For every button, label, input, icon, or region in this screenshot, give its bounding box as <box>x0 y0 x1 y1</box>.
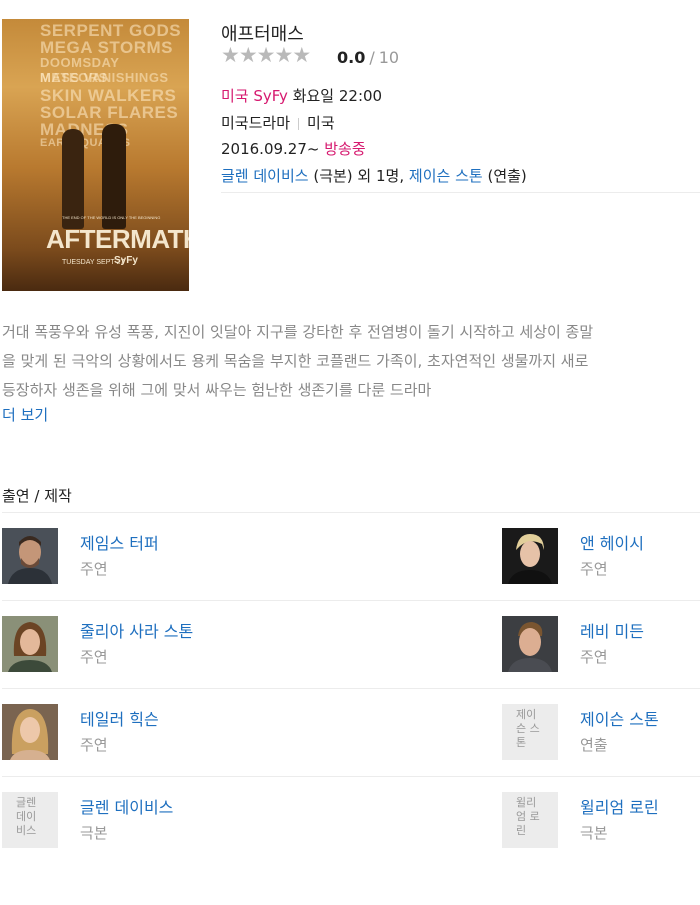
divider <box>2 688 700 689</box>
poster-figure <box>102 124 126 229</box>
cast-name-link[interactable]: 테일러 힉슨 <box>80 706 159 730</box>
rating-value: 0.0 <box>337 48 366 67</box>
start-date: 2016.09.27~ <box>221 140 320 158</box>
cast-section-title: 출연 / 제작 <box>2 487 72 505</box>
cast-photo[interactable] <box>502 616 558 672</box>
broadcast-channel-link[interactable]: 미국 SyFy <box>221 87 288 105</box>
star-icon[interactable]: ★ <box>239 44 258 66</box>
rating-stars[interactable]: ★ ★ ★ ★ ★ <box>221 44 311 66</box>
male-actor-photo <box>2 528 58 584</box>
cast-item[interactable]: 줄리아 사라 스톤 주연 <box>2 616 302 672</box>
cast-role: 연출 <box>580 736 608 754</box>
rating-separator: / <box>369 48 375 67</box>
cast-photo[interactable] <box>502 528 558 584</box>
cast-name-link[interactable]: 글렌 데이비스 <box>80 794 173 818</box>
female-actor-photo <box>502 528 558 584</box>
poster-tagline: MASS VANISHINGS <box>40 70 169 85</box>
cast-name-link[interactable]: 줄리아 사라 스톤 <box>80 618 193 642</box>
poster-network-logo: SyFy <box>114 255 138 266</box>
cast-item[interactable]: 테일러 힉슨 주연 <box>2 704 302 760</box>
broadcast-time: 화요일 22:00 <box>292 87 383 105</box>
director-role: (연출) <box>487 167 527 185</box>
synopsis-line: 등장하자 생존을 위해 그에 맞서 싸우는 험난한 생존기를 다룬 드라마 <box>2 381 432 399</box>
director-link[interactable]: 제이슨 스톤 <box>409 167 483 185</box>
divider <box>2 776 700 777</box>
cast-name-link[interactable]: 제이슨 스톤 <box>580 706 659 730</box>
synopsis-line: 거대 폭풍우와 유성 폭풍, 지진이 잇달아 지구를 강타한 후 전염병이 돌기… <box>2 323 594 341</box>
cast-item[interactable]: 제임스 터퍼 주연 <box>2 528 302 584</box>
genre-info: 미국드라마 미국 <box>221 112 335 133</box>
cast-role: 주연 <box>580 648 608 666</box>
cast-photo[interactable] <box>2 704 58 760</box>
divider <box>2 512 700 513</box>
divider <box>298 117 300 130</box>
star-icon[interactable]: ★ <box>221 44 240 66</box>
cast-name-link[interactable]: 윌리엄 로린 <box>580 794 659 818</box>
broadcast-info: 미국 SyFy 화요일 22:00 <box>221 85 382 106</box>
crew-info: 글렌 데이비스 (극본) 외 1명, 제이슨 스톤 (연출) <box>221 165 527 186</box>
rating-score: 0.0/10 <box>337 48 399 67</box>
cast-role: 주연 <box>80 736 108 754</box>
writer-role: (극본) 외 1명, <box>313 167 405 185</box>
cast-role: 주연 <box>80 560 108 578</box>
divider <box>2 600 700 601</box>
cast-role: 극본 <box>580 824 608 842</box>
cast-item[interactable]: 윌리 엄 로 린 윌리엄 로린 극본 <box>502 792 700 848</box>
status-badge: 방송중 <box>324 140 366 158</box>
cast-item[interactable]: 앤 헤이시 주연 <box>502 528 700 584</box>
female-actor-photo <box>2 616 58 672</box>
cast-name-link[interactable]: 레비 미든 <box>580 618 644 642</box>
synopsis: 거대 폭풍우와 유성 폭풍, 지진이 잇달아 지구를 강타한 후 전염병이 돌기… <box>2 318 698 405</box>
poster-fine-print: THE END OF THE WORLD IS ONLY THE BEGINNI… <box>62 215 161 220</box>
cast-item[interactable]: 글렌 데이 비스 글렌 데이비스 극본 <box>2 792 302 848</box>
more-button[interactable]: 더 보기 <box>2 404 48 425</box>
cast-name-link[interactable]: 앤 헤이시 <box>580 530 644 554</box>
cast-role: 주연 <box>580 560 608 578</box>
cast-role: 극본 <box>80 824 108 842</box>
photo-placeholder[interactable]: 글렌 데이 비스 <box>2 792 58 848</box>
cast-name-link[interactable]: 제임스 터퍼 <box>80 530 159 554</box>
synopsis-line: 을 맞게 된 극악의 상황에서도 용케 목숨을 부지한 코플랜드 가족이, 초자… <box>2 352 589 370</box>
male-actor-photo <box>502 616 558 672</box>
poster-figure <box>62 129 84 229</box>
cast-item[interactable]: 제이 슨 스 톤 제이슨 스톤 연출 <box>502 704 700 760</box>
writer-link[interactable]: 글렌 데이비스 <box>221 167 309 185</box>
divider <box>221 192 700 193</box>
genre: 미국드라마 <box>221 114 291 132</box>
star-icon[interactable]: ★ <box>292 44 311 66</box>
photo-placeholder[interactable]: 윌리 엄 로 린 <box>502 792 558 848</box>
star-icon[interactable]: ★ <box>257 44 276 66</box>
cast-item[interactable]: 레비 미든 주연 <box>502 616 700 672</box>
cast-photo[interactable] <box>2 528 58 584</box>
rating-max: 10 <box>378 48 400 67</box>
country: 미국 <box>307 114 335 132</box>
cast-photo[interactable] <box>2 616 58 672</box>
poster-title: AFTERMATH <box>46 224 189 254</box>
star-icon[interactable]: ★ <box>274 44 293 66</box>
photo-placeholder[interactable]: 제이 슨 스 톤 <box>502 704 558 760</box>
air-date-info: 2016.09.27~ 방송중 <box>221 138 366 159</box>
cast-role: 주연 <box>80 648 108 666</box>
female-actor-photo <box>2 704 58 760</box>
show-poster-image[interactable]: SERPENT GODS MEGA STORMS DOOMSDAY METEOR… <box>2 19 189 291</box>
